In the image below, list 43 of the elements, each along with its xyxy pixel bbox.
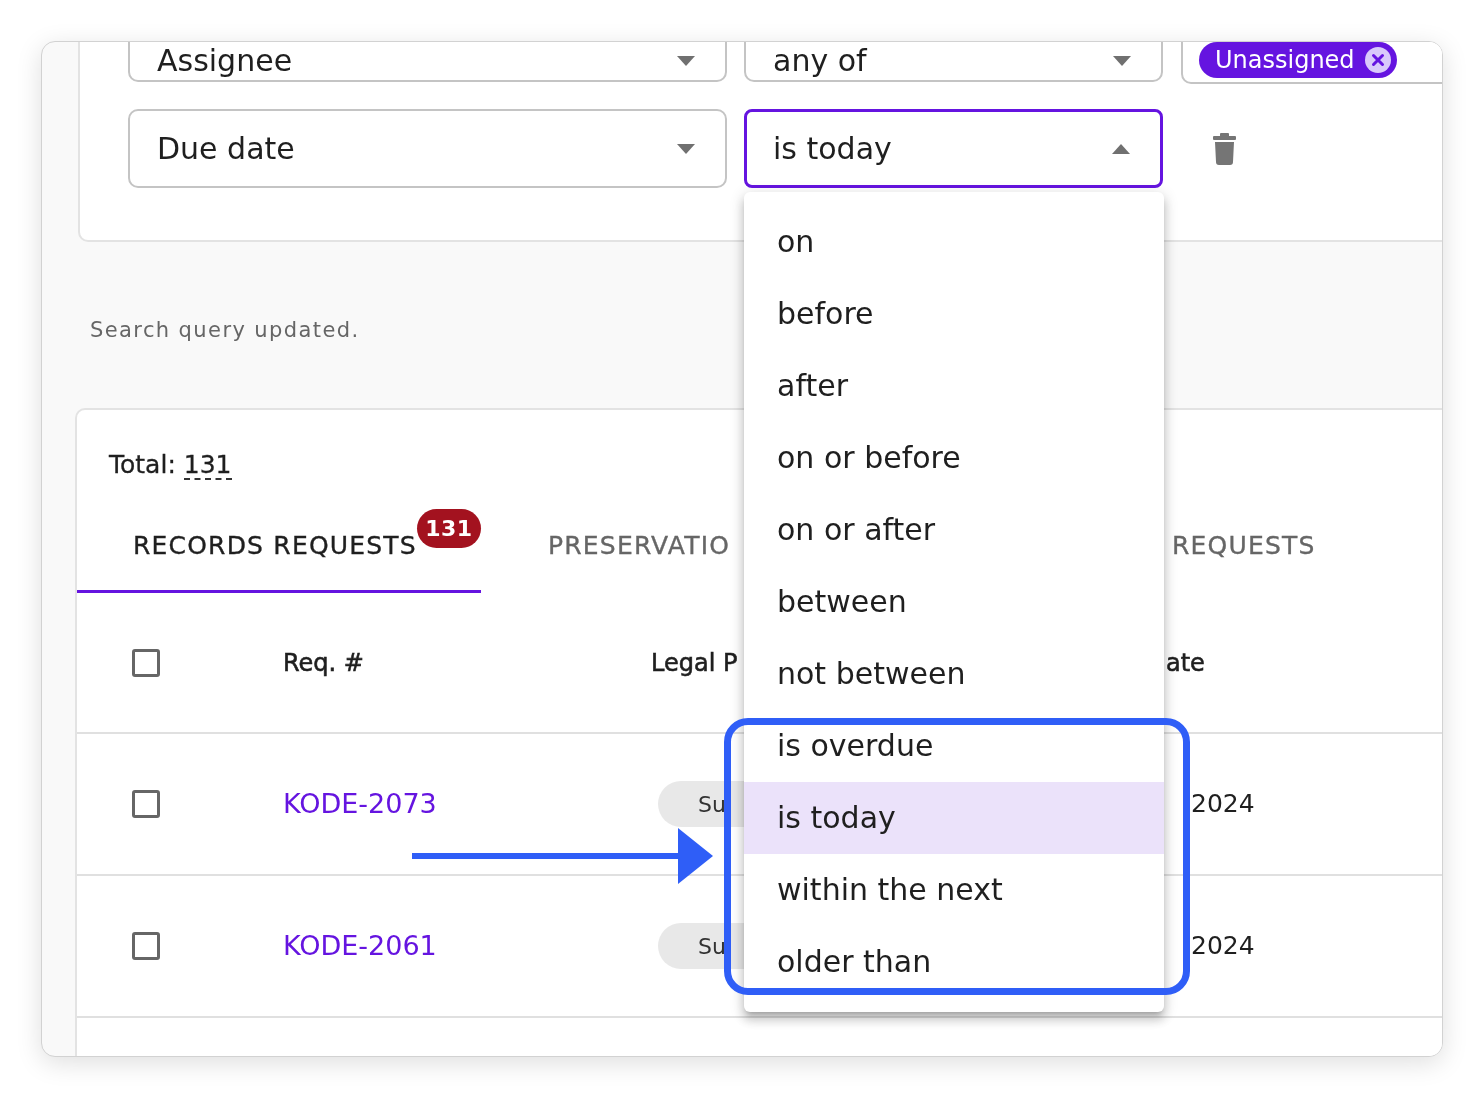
status-message: Search query updated. <box>90 317 360 343</box>
tab[interactable]: PRESERVATIO <box>491 499 731 593</box>
tab[interactable]: RECORDS REQUESTS 131 <box>77 499 481 593</box>
operator-select[interactable]: is today <box>744 109 1163 188</box>
caret-icon <box>677 143 695 154</box>
menu-option[interactable]: within the next <box>744 854 1164 926</box>
caret-icon <box>677 56 695 66</box>
column-header: Legal P <box>651 648 738 677</box>
checkbox[interactable] <box>132 932 160 960</box>
caret-icon <box>1113 56 1131 66</box>
checkbox[interactable] <box>132 790 160 818</box>
operator-select[interactable]: any of <box>744 42 1163 82</box>
value-chip[interactable]: Unassigned <box>1199 42 1397 78</box>
field-select[interactable]: Assignee <box>128 42 727 82</box>
arrow-icon <box>412 828 713 884</box>
menu-option[interactable]: on <box>744 206 1164 278</box>
trash-icon[interactable] <box>1213 132 1236 165</box>
checkbox[interactable] <box>132 648 160 677</box>
menu-option[interactable]: between <box>744 566 1164 638</box>
tab[interactable]: REQUESTS <box>1164 499 1340 593</box>
menu-option[interactable]: after <box>744 350 1164 422</box>
status-chip: Su <box>658 923 744 969</box>
column-header: Req. # <box>283 648 364 677</box>
total-label: Total: <box>109 450 176 480</box>
count-badge: 131 <box>416 509 481 548</box>
table-cell: 2024 <box>1191 931 1255 961</box>
request-link[interactable]: KODE-2061 <box>283 930 437 962</box>
status-chip: Su <box>658 781 744 827</box>
close-icon[interactable] <box>1364 47 1391 73</box>
menu-option[interactable]: on or before <box>744 422 1164 494</box>
request-link[interactable]: KODE-2073 <box>283 788 437 820</box>
menu-option[interactable]: older than <box>744 926 1164 998</box>
value-field[interactable]: Unassigned <box>1181 42 1442 84</box>
caret-icon <box>1112 143 1130 154</box>
menu-option[interactable]: before <box>744 278 1164 350</box>
menu-option[interactable]: is today <box>744 782 1164 854</box>
menu-option[interactable]: is overdue <box>744 710 1164 782</box>
field-select[interactable]: Due date <box>128 109 727 188</box>
menu-option[interactable]: not between <box>744 638 1164 710</box>
table-cell: 2024 <box>1191 789 1255 819</box>
menu-option[interactable]: on or after <box>744 494 1164 566</box>
total-count: 131 <box>183 450 232 480</box>
column-header: ate <box>1166 648 1205 677</box>
